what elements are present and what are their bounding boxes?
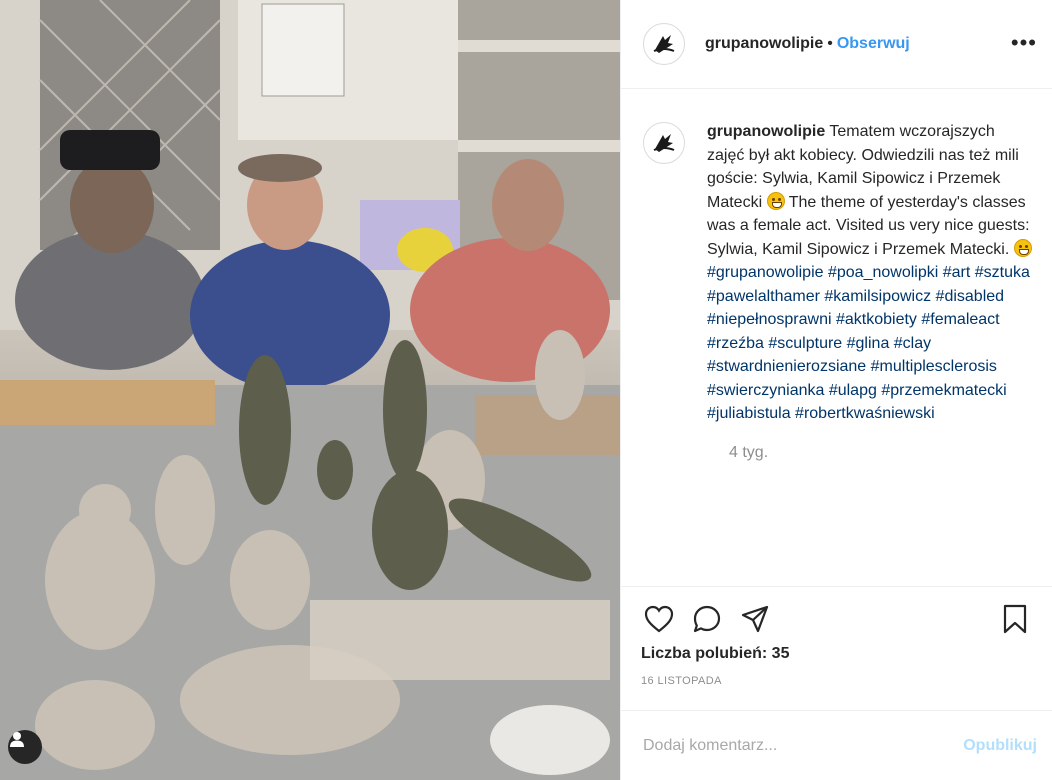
like-button[interactable]	[641, 601, 677, 637]
comment-button[interactable]	[689, 601, 725, 637]
separator-dot: •	[827, 35, 833, 52]
post-actions: Liczba polubień: 35 16 LISTOPADA	[621, 586, 1052, 710]
caption-time-ago[interactable]: 4 tyg.	[729, 444, 1033, 462]
comment-input[interactable]	[643, 736, 964, 755]
save-button[interactable]	[997, 601, 1033, 637]
bookmark-icon	[1003, 604, 1027, 634]
caption-avatar[interactable]	[643, 122, 685, 164]
action-icons-row	[641, 601, 1033, 637]
post-date: 16 LISTOPADA	[641, 675, 722, 687]
post-comment-button[interactable]: Opublikuj	[963, 737, 1037, 755]
grinning-emoji-icon	[1013, 238, 1032, 257]
avatar[interactable]	[643, 23, 685, 65]
photo-scene	[0, 0, 620, 780]
more-options-icon[interactable]: •••	[1011, 30, 1037, 56]
caption-row: grupanowolipie Tematem wczorajszych zaję…	[643, 120, 1033, 426]
comment-bar: Opublikuj	[621, 710, 1052, 780]
post-sidebar: grupanowolipie • Obserwuj ••• grupanowol…	[620, 0, 1052, 780]
heart-icon	[644, 605, 674, 633]
tagged-users-button[interactable]	[8, 730, 42, 764]
likes-count[interactable]: Liczba polubień: 35	[641, 645, 1033, 663]
post-header: grupanowolipie • Obserwuj •••	[621, 0, 1052, 89]
share-icon	[741, 605, 769, 633]
caption-hashtags[interactable]: #grupanowolipie #poa_nowolipki #art #szt…	[707, 264, 1030, 422]
header-username[interactable]: grupanowolipie	[705, 35, 823, 53]
grinning-emoji-icon	[766, 191, 785, 210]
follow-button[interactable]: Obserwuj	[837, 35, 910, 53]
caption-username[interactable]: grupanowolipie	[707, 123, 825, 140]
post-photo[interactable]	[0, 0, 620, 780]
group-logo-icon	[653, 134, 675, 152]
group-logo-icon	[653, 35, 675, 53]
caption-area: grupanowolipie Tematem wczorajszych zaję…	[621, 90, 1052, 585]
comment-icon	[693, 605, 721, 633]
share-button[interactable]	[737, 601, 773, 637]
user-icon	[10, 732, 24, 747]
caption-text: grupanowolipie Tematem wczorajszych zaję…	[707, 120, 1033, 426]
